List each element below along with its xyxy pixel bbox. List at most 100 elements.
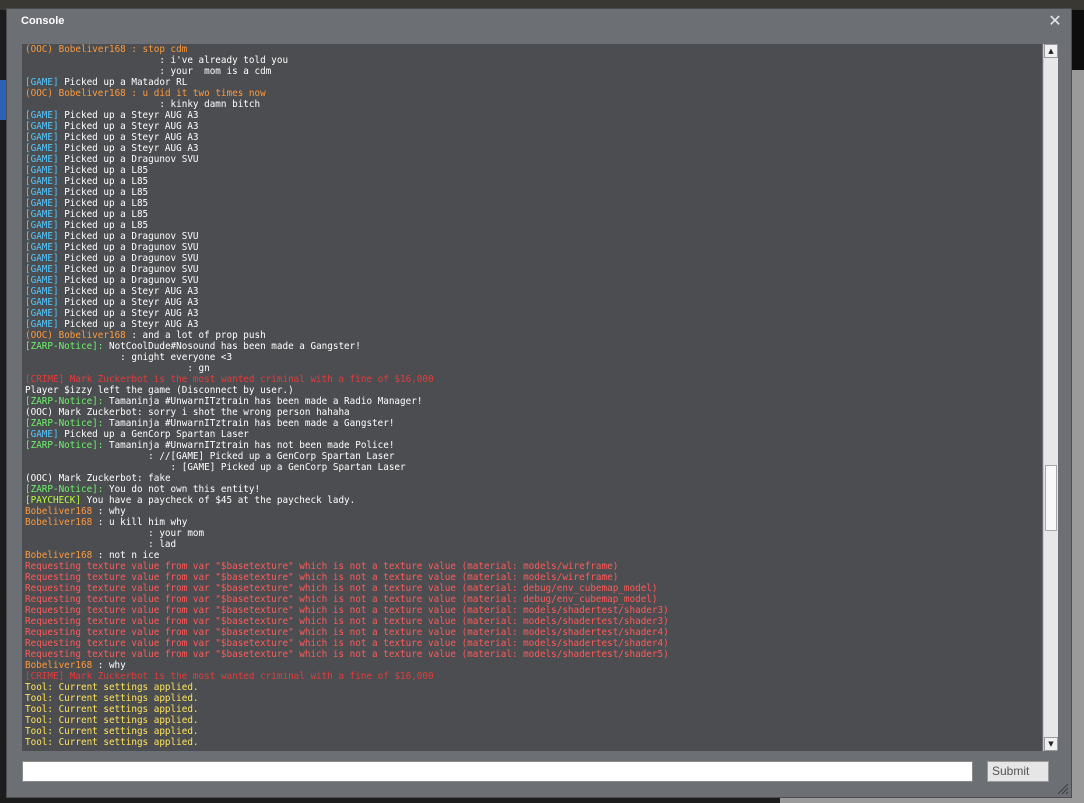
console-line-segment: (OOC) bbox=[25, 330, 59, 341]
console-line-segment: : gnight everyone <3 bbox=[25, 352, 233, 363]
console-input[interactable] bbox=[22, 761, 973, 782]
console-line-segment: : your mom is a cdm bbox=[25, 66, 272, 77]
console-line: [ZARP-Notice]: Tamaninja #UnwarnITztrain… bbox=[25, 396, 1042, 407]
console-line-segment: [PAYCHECK] bbox=[25, 495, 87, 506]
console-line-segment: Tamaninja #UnwarnITztrain has been made … bbox=[108, 418, 395, 429]
console-line-segment: [GAME] bbox=[25, 319, 65, 330]
console-scrollbar[interactable]: ▲ ▼ bbox=[1043, 44, 1058, 751]
console-line: Tool: Current settings applied. bbox=[25, 726, 1042, 737]
console-line: Requesting texture value from var "$base… bbox=[25, 627, 1042, 638]
submit-button[interactable]: Submit bbox=[987, 761, 1049, 782]
console-line-segment: : your mom bbox=[25, 528, 205, 539]
console-line: Requesting texture value from var "$base… bbox=[25, 638, 1042, 649]
console-line: [GAME] Picked up a GenCorp Spartan Laser bbox=[25, 429, 1042, 440]
scroll-up-icon[interactable]: ▲ bbox=[1044, 44, 1058, 58]
console-line-segment: Picked up a Steyr AUG A3 bbox=[64, 121, 199, 132]
console-line-segment: [GAME] bbox=[25, 308, 65, 319]
console-line-segment: Picked up a Steyr AUG A3 bbox=[64, 297, 199, 308]
console-titlebar[interactable]: Console ✕ bbox=[7, 9, 1071, 35]
console-line: Bobeliver168 : not n ice bbox=[25, 550, 1042, 561]
console-line: Requesting texture value from var "$base… bbox=[25, 583, 1042, 594]
console-line-segment: Requesting texture value from var "$base… bbox=[25, 627, 669, 638]
console-line: Player $izzy left the game (Disconnect b… bbox=[25, 385, 1042, 396]
console-line-segment: Requesting texture value from var "$base… bbox=[25, 561, 619, 572]
console-line: : i've already told you bbox=[25, 55, 1042, 66]
console-line-segment: Tamaninja #UnwarnITztrain has been made … bbox=[108, 396, 423, 407]
console-line-segment: : and a lot of prop push bbox=[131, 330, 266, 341]
console-line-segment: Requesting texture value from var "$base… bbox=[25, 594, 658, 605]
console-line: Requesting texture value from var "$base… bbox=[25, 572, 1042, 583]
console-line: Requesting texture value from var "$base… bbox=[25, 616, 1042, 627]
console-line-segment: Picked up a Steyr AUG A3 bbox=[64, 308, 199, 319]
close-icon[interactable]: ✕ bbox=[1047, 12, 1063, 30]
window-title: Console bbox=[21, 15, 65, 27]
console-lines: (OOC) Bobeliver168 : stop cdm : i've alr… bbox=[25, 44, 1042, 748]
console-line-segment: Picked up a Steyr AUG A3 bbox=[64, 143, 199, 154]
console-line-segment: Picked up a L85 bbox=[64, 176, 149, 187]
console-line-segment: : not n ice bbox=[97, 550, 160, 561]
console-line: : your mom bbox=[25, 528, 1042, 539]
console-line-segment: [GAME] bbox=[25, 242, 65, 253]
console-line-segment: Picked up a L85 bbox=[64, 187, 149, 198]
console-line-segment: [ZARP-Notice]: bbox=[25, 341, 109, 352]
console-line-segment: : //[GAME] Picked up a GenCorp Spartan L… bbox=[25, 451, 395, 462]
console-line: [GAME] Picked up a L85 bbox=[25, 198, 1042, 209]
console-line-segment: [GAME] bbox=[25, 132, 65, 143]
console-line-segment: (OOC) Mark Zuckerbot bbox=[25, 407, 137, 418]
console-line: : gn bbox=[25, 363, 1042, 374]
console-line-segment: Bobeliver168 bbox=[58, 330, 132, 341]
console-line: Tool: Current settings applied. bbox=[25, 704, 1042, 715]
console-line-segment: [GAME] bbox=[25, 165, 65, 176]
console-line-segment: : why bbox=[97, 660, 126, 671]
console-line: Bobeliver168 : u kill him why bbox=[25, 517, 1042, 528]
console-line: [CRIME] Mark Zuckerbot is the most wante… bbox=[25, 374, 1042, 385]
console-line-segment: : i've already told you bbox=[25, 55, 289, 66]
console-line-segment: [ZARP-Notice]: bbox=[25, 484, 109, 495]
scrollbar-thumb[interactable] bbox=[1045, 465, 1057, 531]
console-line: : [GAME] Picked up a GenCorp Spartan Las… bbox=[25, 462, 1042, 473]
console-line-segment: : gn bbox=[25, 363, 210, 374]
console-line-segment: Picked up a Dragunov SVU bbox=[64, 264, 199, 275]
console-line-segment: Tool: Current settings applied. bbox=[25, 693, 199, 704]
console-line: (OOC) Bobeliver168 : and a lot of prop p… bbox=[25, 330, 1042, 341]
console-line: Requesting texture value from var "$base… bbox=[25, 605, 1042, 616]
console-line: [GAME] Picked up a Steyr AUG A3 bbox=[25, 121, 1042, 132]
console-line: : your mom is a cdm bbox=[25, 66, 1042, 77]
console-line: (OOC) Mark Zuckerbot: sorry i shot the w… bbox=[25, 407, 1042, 418]
resize-grip-icon[interactable] bbox=[1057, 783, 1069, 795]
console-line-segment: Requesting texture value from var "$base… bbox=[25, 572, 619, 583]
console-line-segment: Tool: Current settings applied. bbox=[25, 737, 199, 748]
console-line-segment: [GAME] bbox=[25, 286, 65, 297]
console-line-segment: Tool: Current settings applied. bbox=[25, 715, 199, 726]
scroll-down-icon[interactable]: ▼ bbox=[1044, 737, 1058, 751]
console-line-segment: [GAME] bbox=[25, 187, 65, 198]
console-line-segment: : lad bbox=[25, 539, 177, 550]
console-line-segment: Tool: Current settings applied. bbox=[25, 704, 199, 715]
console-line-segment: (OOC) bbox=[25, 44, 59, 55]
console-line-segment: NotCoolDude#Nosound has been made a Gang… bbox=[108, 341, 361, 352]
console-line: : kinky damn bitch bbox=[25, 99, 1042, 110]
console-line-segment: Requesting texture value from var "$base… bbox=[25, 638, 669, 649]
console-line-segment: Picked up a Dragunov SVU bbox=[64, 231, 199, 242]
console-line-segment: [GAME] bbox=[25, 77, 65, 88]
console-line-segment: [GAME] bbox=[25, 220, 65, 231]
console-line: [GAME] Picked up a Steyr AUG A3 bbox=[25, 319, 1042, 330]
console-line-segment: [GAME] bbox=[25, 253, 65, 264]
console-line-segment: [GAME] bbox=[25, 176, 65, 187]
console-line-segment: Tool: Current settings applied. bbox=[25, 726, 199, 737]
console-line-segment: Bobeliver168 : stop cdm bbox=[58, 44, 188, 55]
console-line-segment: Picked up a Dragunov SVU bbox=[64, 242, 199, 253]
console-line: [GAME] Picked up a L85 bbox=[25, 165, 1042, 176]
console-line-segment: [ZARP-Notice]: bbox=[25, 396, 109, 407]
console-line-segment: Picked up a Steyr AUG A3 bbox=[64, 319, 199, 330]
console-line: [ZARP-Notice]: NotCoolDude#Nosound has b… bbox=[25, 341, 1042, 352]
console-line-segment: [GAME] bbox=[25, 110, 65, 121]
console-line: [ZARP-Notice]: Tamaninja #UnwarnITztrain… bbox=[25, 418, 1042, 429]
console-line-segment: (OOC) Mark Zuckerbot bbox=[25, 473, 137, 484]
console-line: [GAME] Picked up a Steyr AUG A3 bbox=[25, 297, 1042, 308]
console-line-segment: Picked up a Steyr AUG A3 bbox=[64, 132, 199, 143]
console-output[interactable]: (OOC) Bobeliver168 : stop cdm : i've alr… bbox=[22, 44, 1042, 751]
console-line-segment: Bobeliver168 : u did it two times now bbox=[58, 88, 266, 99]
console-line: Bobeliver168 : why bbox=[25, 660, 1042, 671]
console-line: [GAME] Picked up a Dragunov SVU bbox=[25, 242, 1042, 253]
